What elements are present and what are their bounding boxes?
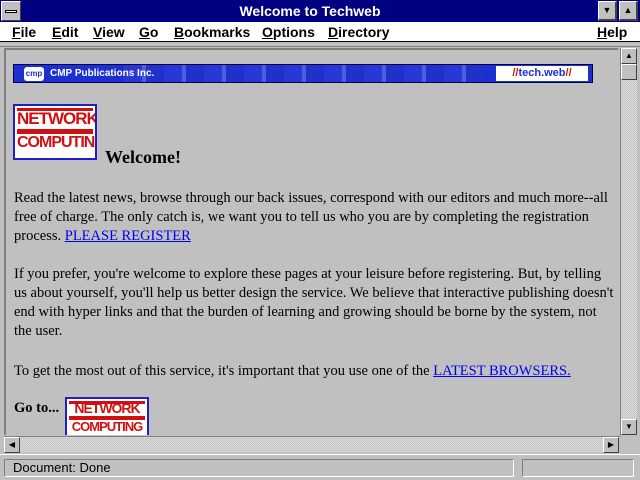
arrow-down-icon[interactable]: ▼ <box>621 419 637 435</box>
vertical-scroll-thumb[interactable] <box>621 64 637 80</box>
title-bar: Welcome to Techweb ▼ ▲ <box>0 0 640 22</box>
vertical-scroll-track[interactable] <box>621 80 637 419</box>
menu-go[interactable]: Go <box>139 23 158 41</box>
page-content: cmp CMP Publications Inc. //tech.web// N… <box>4 48 618 435</box>
logo-word-network: NETWORK <box>17 109 97 128</box>
menu-options[interactable]: Options <box>262 23 315 41</box>
techweb-name: tech.web <box>518 67 566 79</box>
arrow-up-icon[interactable]: ▲ <box>621 48 637 64</box>
network-computing-logo-small[interactable]: NETWORK COMPUTING <box>65 397 149 435</box>
system-menu-icon[interactable] <box>1 1 21 21</box>
logo-word-computing: COMPUTING <box>17 134 97 151</box>
cmp-banner[interactable]: cmp CMP Publications Inc. //tech.web// <box>13 64 593 83</box>
menu-edit[interactable]: Edit <box>52 23 78 41</box>
welcome-heading: Welcome! <box>105 147 181 167</box>
menu-help[interactable]: Help <box>597 23 627 41</box>
window-title: Welcome to Techweb <box>239 3 381 19</box>
register-link[interactable]: PLEASE REGISTER <box>65 228 191 244</box>
browsers-text: To get the most out of this service, it'… <box>14 363 434 379</box>
horizontal-scroll-track[interactable] <box>20 437 603 452</box>
cmp-logo-icon: cmp <box>24 67 44 81</box>
menu-view[interactable]: View <box>93 23 125 41</box>
toolbar-divider <box>0 43 640 47</box>
menu-directory[interactable]: Directory <box>328 23 389 41</box>
status-bar: Document: Done <box>0 454 640 480</box>
banner-stripe <box>124 65 484 82</box>
logo-small-word-computing: COMPUTING <box>71 419 143 434</box>
vertical-scrollbar[interactable]: ▲ ▼ <box>620 48 637 436</box>
minimize-icon[interactable]: ▼ <box>598 1 617 21</box>
arrow-left-icon[interactable]: ◀ <box>4 437 20 453</box>
browsers-paragraph: To get the most out of this service, it'… <box>14 362 614 381</box>
intro-paragraph: Read the latest news, browse through our… <box>14 189 614 246</box>
banner-publisher: CMP Publications Inc. <box>50 68 155 79</box>
goto-label: Go to... <box>14 400 60 416</box>
network-computing-logo[interactable]: NETWORK COMPUTING <box>13 104 97 160</box>
horizontal-scrollbar[interactable]: ◀ ▶ <box>4 436 620 453</box>
progress-indicator <box>522 459 634 477</box>
techweb-suffix: // <box>565 67 572 79</box>
maximize-icon[interactable]: ▲ <box>619 1 638 21</box>
arrow-right-icon[interactable]: ▶ <box>603 437 619 453</box>
menu-file[interactable]: File <box>12 23 36 41</box>
menu-bookmarks[interactable]: Bookmarks <box>174 23 250 41</box>
status-text: Document: Done <box>4 459 514 477</box>
techweb-logo[interactable]: //tech.web// <box>496 66 588 81</box>
logo-small-word-network: NETWORK <box>74 400 140 416</box>
latest-browsers-link[interactable]: LATEST BROWSERS. <box>433 363 571 379</box>
menu-bar: File Edit View Go Bookmarks Options Dire… <box>0 22 640 42</box>
explore-paragraph: If you prefer, you're welcome to explore… <box>14 266 614 339</box>
